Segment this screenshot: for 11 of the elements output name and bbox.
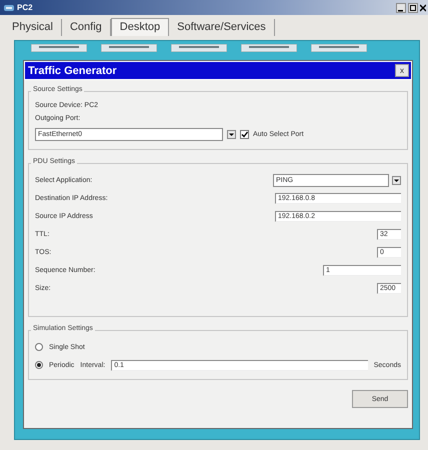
checkbox[interactable] <box>240 130 249 139</box>
maximize-icon[interactable] <box>408 2 418 12</box>
computer-icon <box>4 4 14 12</box>
close-icon[interactable] <box>420 2 426 12</box>
minimize-icon[interactable] <box>396 2 406 12</box>
radio-button[interactable] <box>35 343 43 351</box>
radio-button[interactable] <box>35 361 43 369</box>
dialog-title: Traffic Generator <box>28 64 117 76</box>
window-title: PC2 <box>17 3 33 12</box>
close-button[interactable]: x <box>395 64 409 77</box>
tab[interactable]: Desktop <box>110 18 170 36</box>
